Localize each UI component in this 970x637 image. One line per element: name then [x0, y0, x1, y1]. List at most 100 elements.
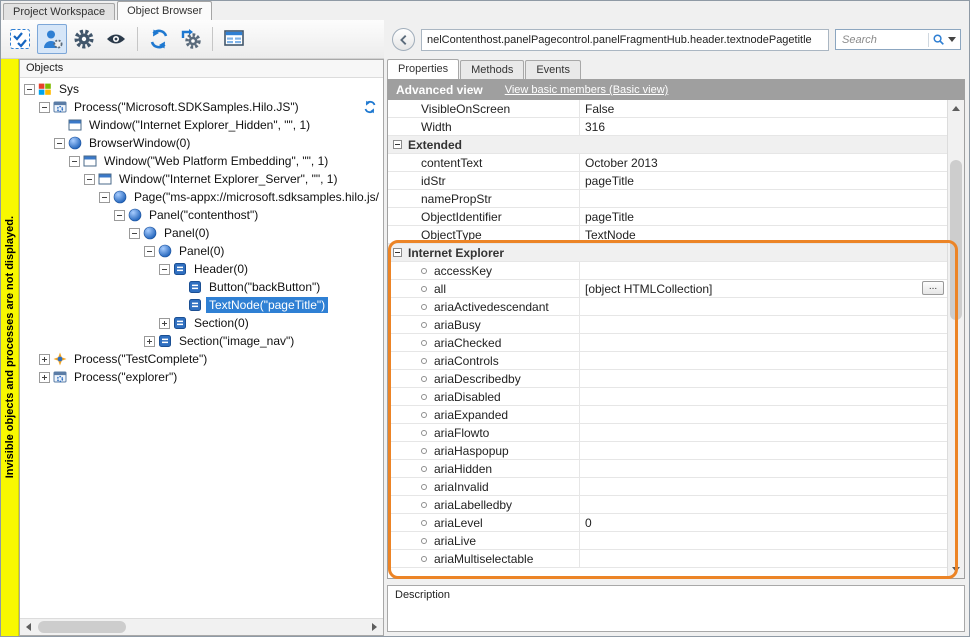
property-row[interactable]: ariaFlowto	[388, 424, 947, 442]
checked-objects-button[interactable]	[5, 24, 35, 54]
tree-node-panel-0b[interactable]: Panel(0)	[20, 242, 383, 260]
property-row[interactable]: contentTextOctober 2013	[388, 154, 947, 172]
refresh-badge-icon	[363, 100, 377, 114]
highlight-object-button[interactable]	[37, 24, 67, 54]
vertical-scroll-thumb[interactable]	[950, 160, 962, 320]
collapse-toggle[interactable]	[24, 84, 35, 95]
scroll-down-button[interactable]	[948, 561, 964, 578]
search-dropdown-icon[interactable]	[948, 37, 956, 42]
textnode-icon	[188, 298, 202, 312]
property-row[interactable]: accessKey	[388, 262, 947, 280]
settings-button[interactable]	[69, 24, 99, 54]
property-row[interactable]: ObjectTypeTextNode	[388, 226, 947, 244]
tab-project-workspace[interactable]: Project Workspace	[3, 3, 115, 20]
process-icon	[53, 370, 67, 384]
collapse-toggle[interactable]	[84, 174, 95, 185]
property-row[interactable]: ariaLabelledby	[388, 496, 947, 514]
tree-node-process-testcomplete[interactable]: Process("TestComplete")	[20, 350, 383, 368]
scroll-right-button[interactable]	[366, 619, 383, 635]
tree-node-section-imagenav[interactable]: Section("image_nav")	[20, 332, 383, 350]
collapse-toggle[interactable]	[159, 264, 170, 275]
tree-node-process-hilo[interactable]: Process("Microsoft.SDKSamples.Hilo.JS")	[20, 98, 383, 116]
expand-toggle[interactable]	[144, 336, 155, 347]
property-marker-icon	[421, 322, 427, 328]
collapse-toggle[interactable]	[129, 228, 140, 239]
property-row[interactable]: ariaChecked	[388, 334, 947, 352]
search-box[interactable]	[835, 29, 961, 50]
ellipsis-button[interactable]: ...	[922, 281, 944, 295]
property-row[interactable]: ariaMultiselectable	[388, 550, 947, 568]
scroll-left-button[interactable]	[20, 619, 37, 635]
tree-node-backbutton[interactable]: Button("backButton")	[20, 278, 383, 296]
search-icon[interactable]	[932, 33, 945, 46]
property-row[interactable]: Width316	[388, 118, 947, 136]
refresh-button[interactable]	[144, 24, 174, 54]
expand-toggle[interactable]	[159, 318, 170, 329]
vertical-scrollbar[interactable]	[947, 100, 964, 578]
collapse-toggle[interactable]	[69, 156, 80, 167]
collapse-toggle[interactable]	[54, 138, 65, 149]
collapse-toggle[interactable]	[114, 210, 125, 221]
tree-node-window-wpe[interactable]: Window("Web Platform Embedding", "", 1)	[20, 152, 383, 170]
property-row[interactable]: ariaBusy	[388, 316, 947, 334]
tree-node-pagetitle[interactable]: TextNode("pageTitle")	[20, 296, 383, 314]
tree-node-browserwindow[interactable]: BrowserWindow(0)	[20, 134, 383, 152]
property-group-internet-explorer[interactable]: Internet Explorer	[388, 244, 947, 262]
tree-node-sys[interactable]: Sys	[20, 80, 383, 98]
tab-events[interactable]: Events	[525, 60, 581, 79]
tree-node-window-ieserver[interactable]: Window("Internet Explorer_Server", "", 1…	[20, 170, 383, 188]
scroll-up-button[interactable]	[948, 100, 964, 117]
process-filter-button[interactable]	[176, 24, 206, 54]
property-row[interactable]: ariaHaspopup	[388, 442, 947, 460]
tree-node-section-0[interactable]: Section(0)	[20, 314, 383, 332]
tree-node-process-explorer[interactable]: Process("explorer")	[20, 368, 383, 386]
horizontal-scrollbar[interactable]	[20, 618, 383, 635]
basic-view-link[interactable]: View basic members (Basic view)	[505, 84, 669, 96]
property-row[interactable]: namePropStr	[388, 190, 947, 208]
expand-toggle[interactable]	[39, 372, 50, 383]
gear-icon	[73, 28, 95, 50]
search-input[interactable]	[842, 34, 925, 46]
down-arrow-icon	[952, 567, 960, 572]
property-row[interactable]: idStrpageTitle	[388, 172, 947, 190]
expand-toggle[interactable]	[39, 354, 50, 365]
property-row[interactable]: ariaDisabled	[388, 388, 947, 406]
tree-node-window-hidden[interactable]: Window("Internet Explorer_Hidden", "", 1…	[20, 116, 383, 134]
property-value: pageTitle	[580, 208, 947, 225]
tree-node-panel-0a[interactable]: Panel(0)	[20, 224, 383, 242]
tree-node-header[interactable]: Header(0)	[20, 260, 383, 278]
property-value	[580, 460, 947, 477]
property-marker-icon	[421, 538, 427, 544]
property-row[interactable]: ariaLive	[388, 532, 947, 550]
property-row[interactable]: ariaDescribedby	[388, 370, 947, 388]
property-row[interactable]: ariaInvalid	[388, 478, 947, 496]
collapse-toggle[interactable]	[144, 246, 155, 257]
property-group-extended[interactable]: Extended	[388, 136, 947, 154]
property-value: False	[580, 100, 947, 117]
horizontal-scroll-thumb[interactable]	[38, 621, 126, 633]
property-row[interactable]: all[object HTMLCollection]...	[388, 280, 947, 298]
view-options-button[interactable]	[101, 24, 131, 54]
collapse-toggle[interactable]	[99, 192, 110, 203]
collapse-toggle[interactable]	[39, 102, 50, 113]
property-row[interactable]: VisibleOnScreenFalse	[388, 100, 947, 118]
property-row[interactable]: ariaActivedescendant	[388, 298, 947, 316]
property-row[interactable]: ariaExpanded	[388, 406, 947, 424]
collapse-icon[interactable]	[393, 140, 402, 149]
left-arrow-icon	[26, 623, 31, 631]
property-name: ariaBusy	[434, 318, 481, 332]
property-row[interactable]: ObjectIdentifier pageTitle	[388, 208, 947, 226]
tree-node-panel-contenthost[interactable]: Panel("contenthost")	[20, 206, 383, 224]
property-name: ObjectIdentifier	[421, 210, 502, 224]
back-button[interactable]	[392, 28, 415, 51]
collapse-icon[interactable]	[393, 248, 402, 257]
tab-properties[interactable]: Properties	[387, 59, 459, 79]
show-object-window-button[interactable]	[219, 24, 249, 54]
tab-object-browser[interactable]: Object Browser	[117, 1, 212, 20]
tab-methods[interactable]: Methods	[460, 60, 524, 79]
property-row[interactable]: ariaLevel0	[388, 514, 947, 532]
property-row[interactable]: ariaControls	[388, 352, 947, 370]
object-fullname-field[interactable]: nelContenthost.panelPagecontrol.panelFra…	[421, 29, 829, 51]
property-row[interactable]: ariaHidden	[388, 460, 947, 478]
tree-node-page[interactable]: Page("ms-appx://microsoft.sdksamples.hil…	[20, 188, 383, 206]
